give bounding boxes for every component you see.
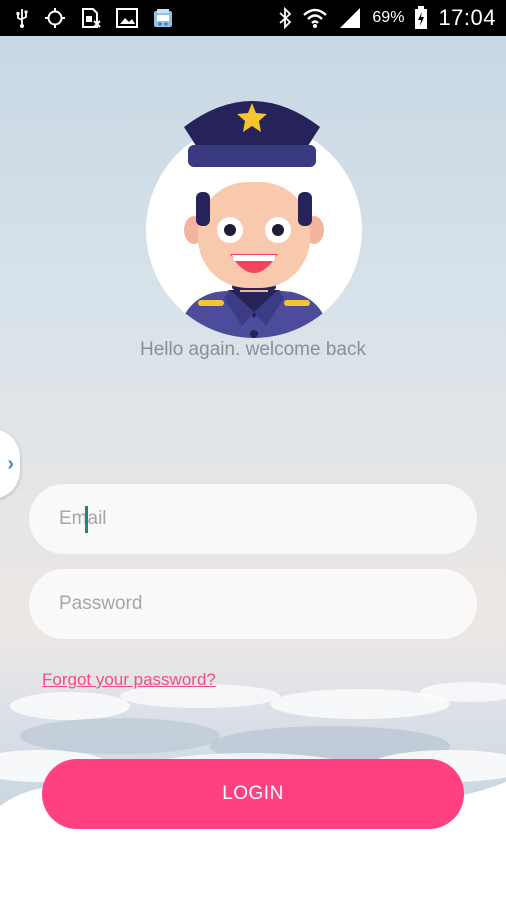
side-drawer-tab[interactable]: › — [0, 429, 20, 499]
battery-icon — [414, 6, 428, 30]
password-input[interactable] — [57, 592, 449, 616]
police-hat — [184, 101, 320, 167]
app-icon — [152, 7, 174, 29]
battery-percent: 69% — [372, 9, 405, 26]
chevron-right-icon: › — [7, 453, 14, 475]
wifi-icon — [302, 7, 328, 29]
text-cursor — [85, 506, 88, 533]
image-icon — [116, 8, 138, 28]
password-field[interactable] — [29, 569, 477, 639]
forgot-password-link[interactable]: Forgot your password? — [42, 670, 216, 690]
email-input[interactable] — [57, 507, 449, 531]
status-clock: 17:04 — [438, 5, 496, 30]
welcome-message: Hello again. welcome back — [139, 339, 366, 360]
status-bar: 69% 17:04 — [0, 0, 506, 36]
login-screen: Hello again. welcome back › Forgot your … — [0, 36, 506, 900]
gps-icon — [44, 7, 66, 29]
status-left-icons — [0, 7, 174, 29]
bluetooth-icon — [278, 7, 292, 29]
sim-icon — [80, 7, 102, 29]
email-field[interactable] — [29, 484, 477, 554]
login-button[interactable]: LOGIN — [42, 759, 464, 829]
signal-icon — [338, 7, 362, 29]
status-right-icons: 69% 17:04 — [278, 5, 506, 31]
usb-icon — [14, 8, 30, 28]
